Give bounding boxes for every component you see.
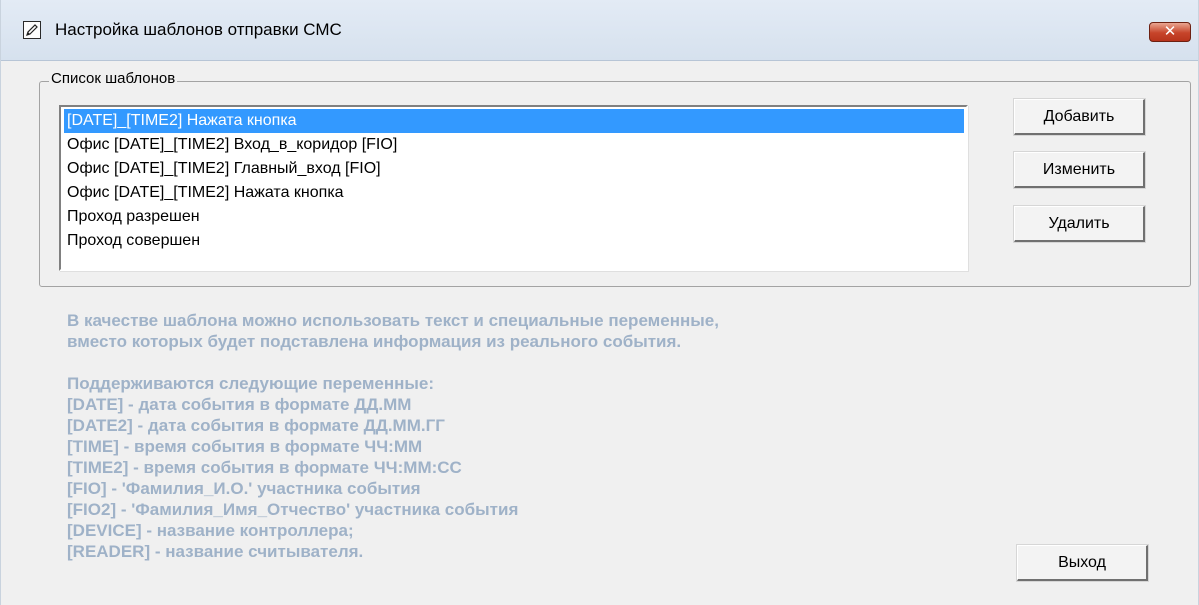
template-list-item[interactable]: Офис [DATE]_[TIME2] Вход_в_коридор [FIO] — [64, 133, 964, 157]
pencil-icon — [23, 21, 41, 39]
help-text: В качестве шаблона можно использовать те… — [67, 310, 719, 562]
add-button[interactable]: Добавить — [1014, 99, 1145, 135]
template-list-item[interactable]: Проход разрешен — [64, 205, 964, 229]
template-list-item[interactable]: Проход совершен — [64, 229, 964, 253]
help-var-line: [FIO2] - 'Фамилия_Имя_Отчество' участник… — [67, 500, 519, 519]
dialog-window: Настройка шаблонов отправки СМС ✕ Список… — [0, 0, 1199, 605]
help-intro-line: вместо которых будет подставлена информа… — [67, 332, 682, 351]
template-list-item[interactable]: Офис [DATE]_[TIME2] Нажата кнопка — [64, 181, 964, 205]
template-list-item[interactable]: [DATE]_[TIME2] Нажата кнопка — [64, 109, 964, 133]
templates-listbox[interactable]: [DATE]_[TIME2] Нажата кнопка Офис [DATE]… — [59, 105, 968, 271]
templates-group-label: Список шаблонов — [49, 70, 178, 87]
help-vars-header: Поддерживаются следующие переменные: — [67, 374, 435, 393]
help-intro-line: В качестве шаблона можно использовать те… — [67, 311, 719, 330]
template-list-item[interactable]: Офис [DATE]_[TIME2] Главный_вход [FIO] — [64, 157, 964, 181]
title-bar[interactable]: Настройка шаблонов отправки СМС ✕ — [1, 0, 1198, 61]
window-title: Настройка шаблонов отправки СМС — [55, 20, 342, 39]
help-var-line: [TIME2] - время события в формате ЧЧ:ММ:… — [67, 458, 462, 477]
help-var-line: [DATE2] - дата события в формате ДД.ММ.Г… — [67, 416, 445, 435]
exit-button[interactable]: Выход — [1017, 545, 1148, 581]
help-var-line: [DEVICE] - название контроллера; — [67, 521, 354, 540]
help-var-line: [DATE] - дата события в формате ДД.ММ — [67, 395, 412, 414]
close-button[interactable]: ✕ — [1149, 22, 1191, 42]
help-var-line: [READER] - название считывателя. — [67, 542, 364, 561]
edit-button[interactable]: Изменить — [1014, 152, 1145, 188]
help-var-line: [TIME] - время события в формате ЧЧ:ММ — [67, 437, 423, 456]
help-var-line: [FIO] - 'Фамилия_И.О.' участника события — [67, 479, 421, 498]
close-icon: ✕ — [1163, 23, 1177, 40]
delete-button[interactable]: Удалить — [1014, 206, 1145, 242]
